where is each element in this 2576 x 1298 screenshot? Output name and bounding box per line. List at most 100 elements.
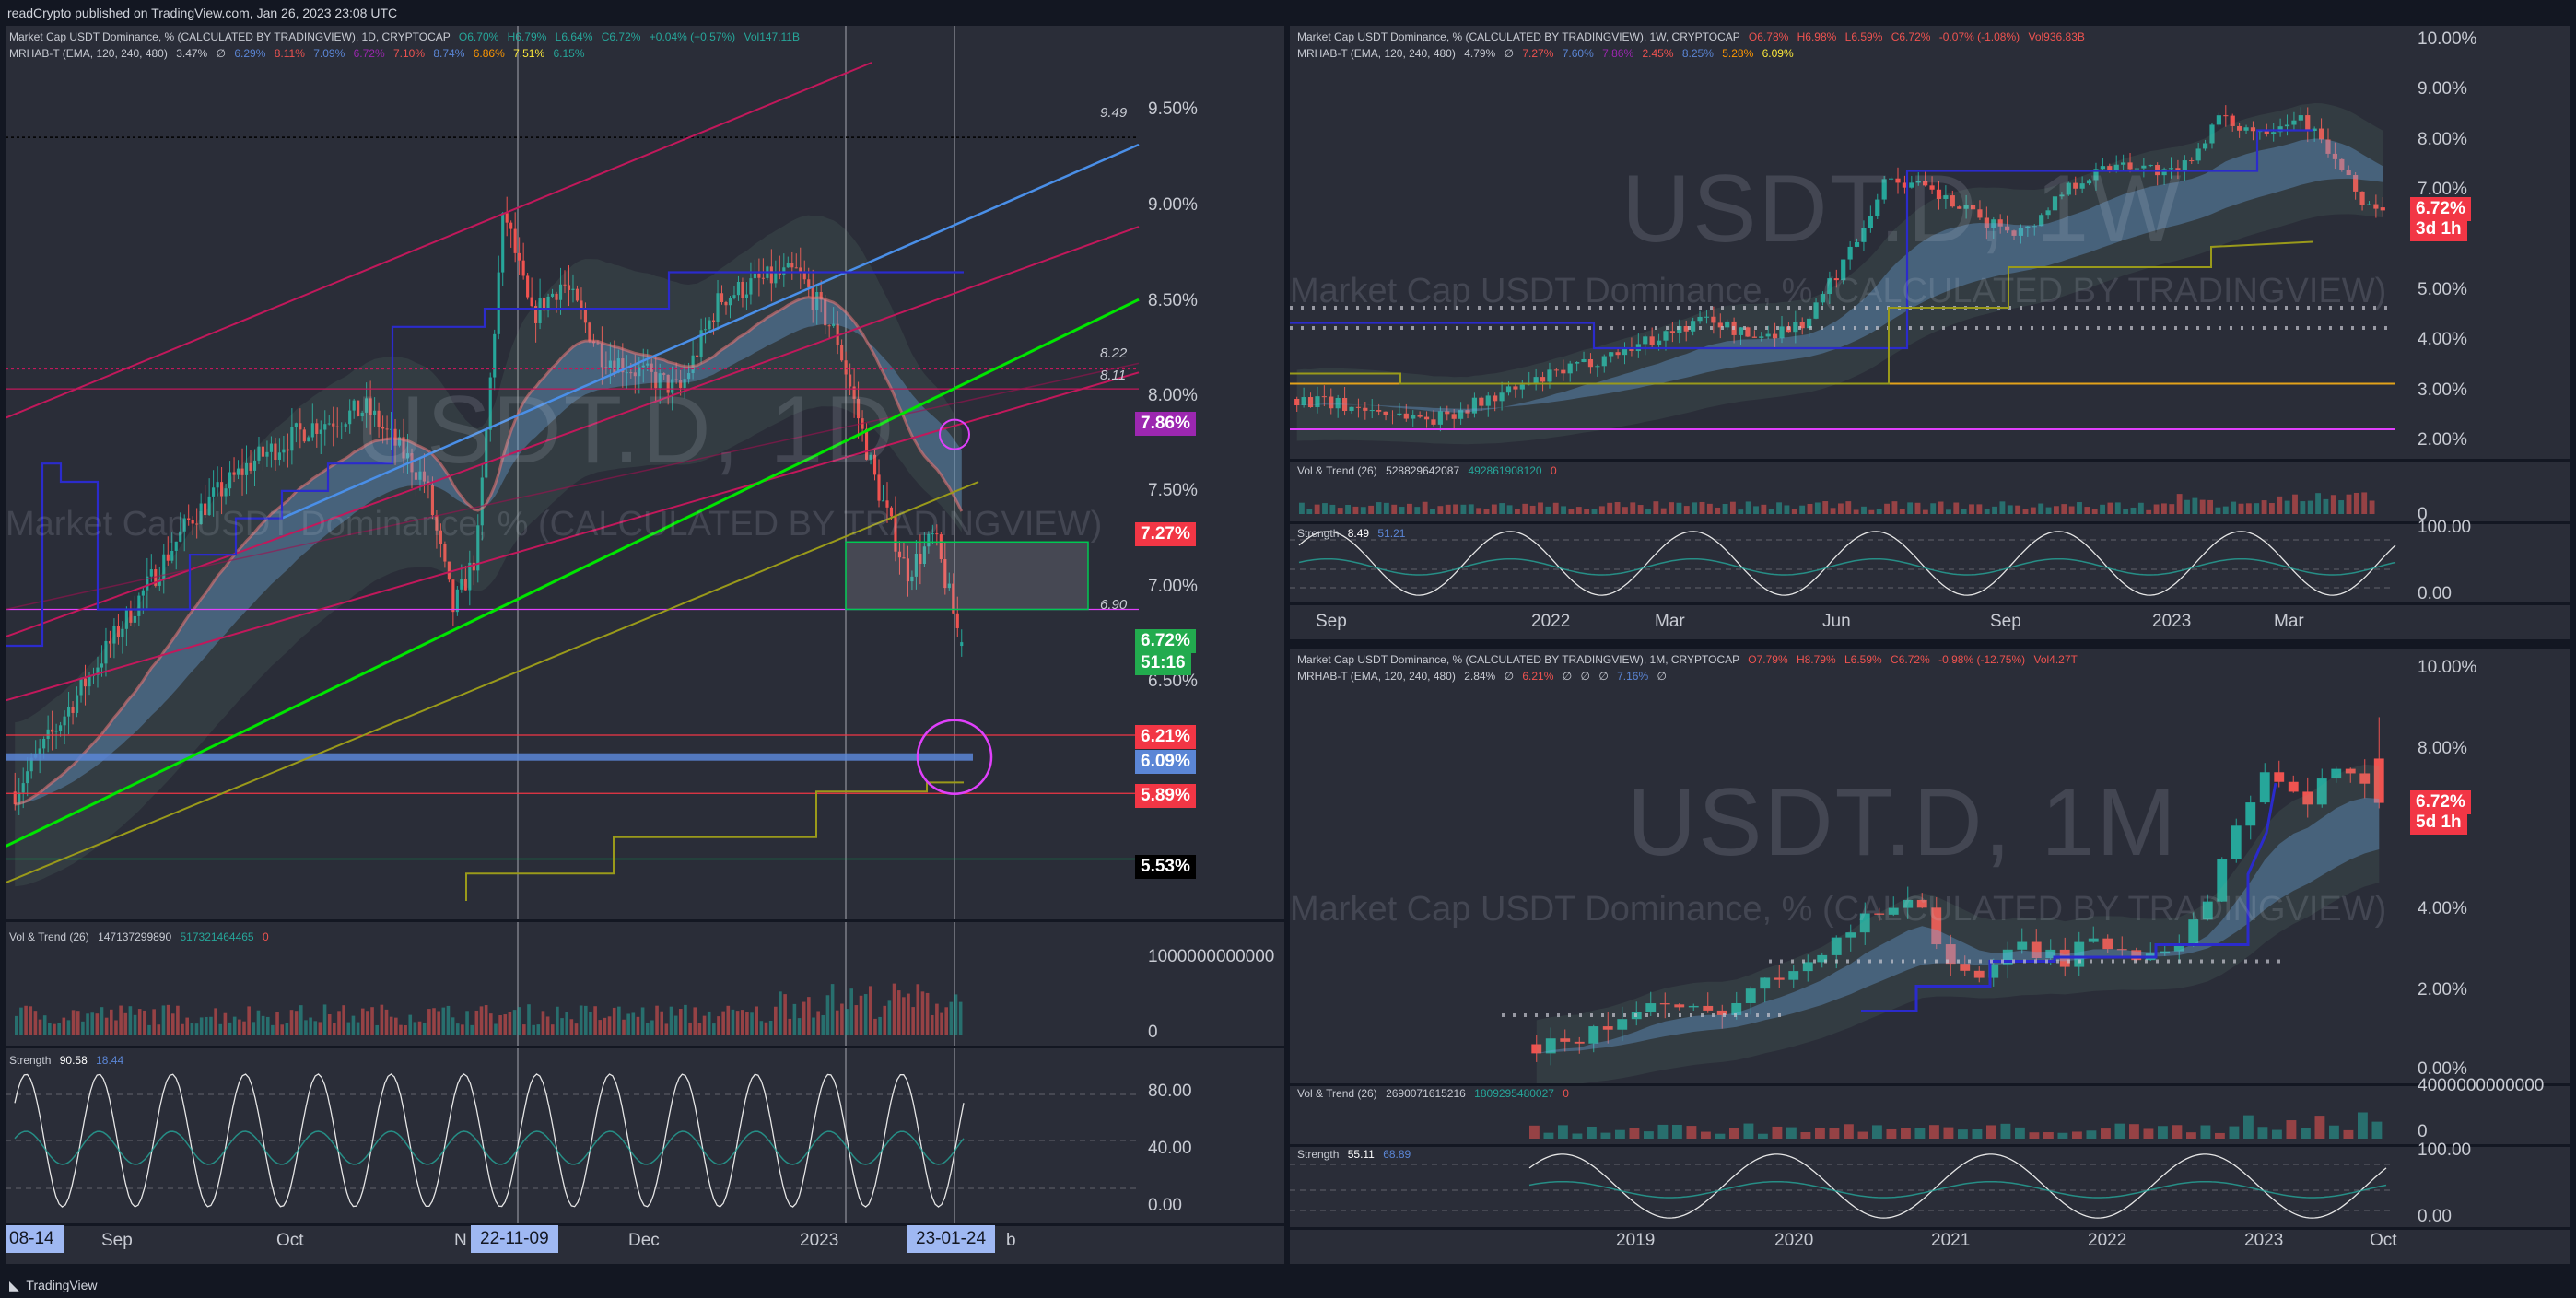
volume-bar — [2245, 503, 2252, 514]
volume-bar — [2229, 1126, 2240, 1139]
weekly-change: -0.07% (-1.08%) — [1938, 30, 2020, 43]
volume-bar — [1776, 502, 1782, 514]
volume-bar — [2114, 502, 2121, 514]
monthly-vol-legend[interactable]: Vol & Trend (26) 2690071615216 180929548… — [1297, 1087, 1569, 1100]
weekly-vol-legend[interactable]: Vol & Trend (26) 528829642087 4928619081… — [1297, 464, 1557, 477]
volume-bar — [593, 1006, 597, 1035]
volume-bar — [2300, 501, 2306, 514]
volume-bar — [2243, 1115, 2254, 1139]
pane-separator — [1290, 1083, 2570, 1086]
volume-bar — [532, 1024, 535, 1035]
monthly-chart-svg[interactable] — [1290, 649, 2570, 1264]
x-tick-label: 2023 — [2152, 612, 2192, 631]
volume-bar — [247, 1006, 251, 1035]
volume-bar — [697, 1023, 702, 1035]
monthly-open: O7.79% — [1748, 653, 1788, 666]
weekly-chart-svg[interactable] — [1290, 26, 2570, 639]
daily-legend-indicator[interactable]: MRHAB-T (EMA, 120, 240, 480) 3.47% ∅ 6.2… — [9, 46, 585, 61]
volume-bar — [318, 1022, 322, 1035]
daily-chart-panel[interactable]: USDT.D, 1D Market Cap USDT Dominance, % … — [6, 26, 1284, 1264]
volume-bar — [1786, 1127, 1797, 1139]
volume-bar — [2284, 500, 2290, 514]
volume-bar — [664, 1023, 669, 1035]
volume-bar — [2101, 1128, 2111, 1139]
volume-bar — [673, 1015, 678, 1035]
volume-bar — [143, 1010, 146, 1035]
volume-bar — [503, 1014, 508, 1035]
volume-bar — [232, 1016, 237, 1035]
volume-bar — [256, 1010, 261, 1035]
daily-vol-legend[interactable]: Vol & Trend (26) 147137299890 5173214644… — [9, 930, 269, 943]
volume-bar — [1768, 509, 1774, 514]
monthly-chart-panel[interactable]: USDT.D, 1M Market Cap USDT Dominance, % … — [1290, 649, 2570, 1264]
volume-bar — [1868, 509, 1875, 514]
volume-bar — [1657, 1124, 1669, 1139]
price-tag-5-53: 5.53% — [1135, 855, 1196, 879]
volume-bar — [86, 1013, 89, 1035]
volume-bar — [313, 1021, 318, 1035]
volume-bar — [309, 1017, 312, 1035]
monthly-low: L6.59% — [1844, 653, 1882, 666]
weekly-symbol-title[interactable]: Market Cap USDT Dominance, % (CALCULATED… — [1297, 30, 1740, 43]
volume-bar — [2123, 509, 2129, 514]
weekly-strength-legend[interactable]: Strength 8.49 51.21 — [1297, 527, 1405, 540]
volume-bar — [645, 1023, 650, 1035]
volume-bar — [242, 1021, 246, 1035]
daily-strength-legend[interactable]: Strength 90.58 18.44 — [9, 1054, 123, 1067]
volume-bar — [2107, 502, 2113, 514]
daily-chart-svg[interactable] — [6, 26, 1284, 1264]
vol-tick-label: 0 — [2418, 1122, 2428, 1141]
strength-value-1: 8.49 — [1347, 527, 1370, 540]
indicator-value: 8.74% — [433, 47, 465, 60]
vol-tick-label: 4000000000000 — [2418, 1076, 2545, 1095]
volume-bar — [190, 1023, 194, 1035]
x-tick-label: 2020 — [1774, 1231, 1814, 1250]
volume-bar — [2353, 492, 2359, 514]
indicator-value: ∅ — [1657, 670, 1667, 683]
monthly-strength-legend[interactable]: Strength 55.11 68.89 — [1297, 1148, 1411, 1161]
indicator-value: 3.47% — [176, 47, 208, 60]
indicator-value: 4.79% — [1464, 47, 1496, 60]
volume-bar — [76, 1011, 80, 1035]
x-tick-label: Mar — [1655, 612, 1685, 631]
daily-symbol-title[interactable]: Market Cap USDT Dominance, % (CALCULATED… — [9, 30, 451, 43]
indicator-value: 6.21% — [1522, 670, 1554, 683]
volume-bar — [1491, 504, 1497, 514]
volume-bar — [2261, 500, 2267, 514]
weekly-legend-indicator[interactable]: MRHAB-T (EMA, 120, 240, 480) 4.79% ∅ 7.2… — [1297, 46, 1794, 61]
y-tick-label: 9.50% — [1148, 99, 1198, 119]
support-zone-band — [6, 753, 973, 761]
candle-body — [881, 500, 885, 502]
tradingview-footer[interactable]: ◣ TradingView — [0, 1273, 2576, 1298]
volume-bar — [2169, 504, 2175, 514]
volume-bar — [81, 1021, 85, 1035]
volume-bar — [2369, 500, 2375, 514]
volume-bar — [1701, 1131, 1711, 1139]
volume-bar — [1645, 509, 1651, 514]
volume-bar — [2015, 1127, 2025, 1139]
monthly-symbol-title[interactable]: Market Cap USDT Dominance, % (CALCULATED… — [1297, 653, 1739, 666]
x-tick-label: 2022 — [2088, 1231, 2127, 1250]
indicator-value: 7.60% — [1562, 47, 1594, 60]
volume-bar — [684, 1004, 687, 1035]
volume-bar — [161, 1005, 166, 1035]
volume-bar — [2091, 509, 2098, 514]
volume-bar — [157, 1024, 161, 1035]
strength-tick-label: 0.00 — [1148, 1196, 1182, 1215]
volume-bar — [1591, 509, 1598, 514]
price-tag-6-21: 6.21% — [1135, 725, 1196, 749]
volume-bar — [626, 1013, 630, 1035]
volume-bar — [2158, 1126, 2168, 1139]
volume-bar — [1772, 1126, 1783, 1139]
y-tick-label: 2.00% — [2418, 430, 2467, 450]
candle-body — [509, 222, 513, 229]
indicator-value: 6.29% — [234, 47, 266, 60]
volume-bar — [2043, 1132, 2054, 1139]
volume-bar — [2338, 500, 2345, 514]
monthly-legend-indicator[interactable]: MRHAB-T (EMA, 120, 240, 480) 2.84% ∅ 6.2… — [1297, 669, 1667, 684]
volume-bar — [1584, 509, 1590, 514]
volume-bar — [1329, 504, 1336, 514]
volume-bar — [1522, 503, 1528, 514]
weekly-chart-panel[interactable]: USDT.D, 1W Market Cap USDT Dominance, % … — [1290, 26, 2570, 639]
candle-body — [493, 333, 497, 378]
